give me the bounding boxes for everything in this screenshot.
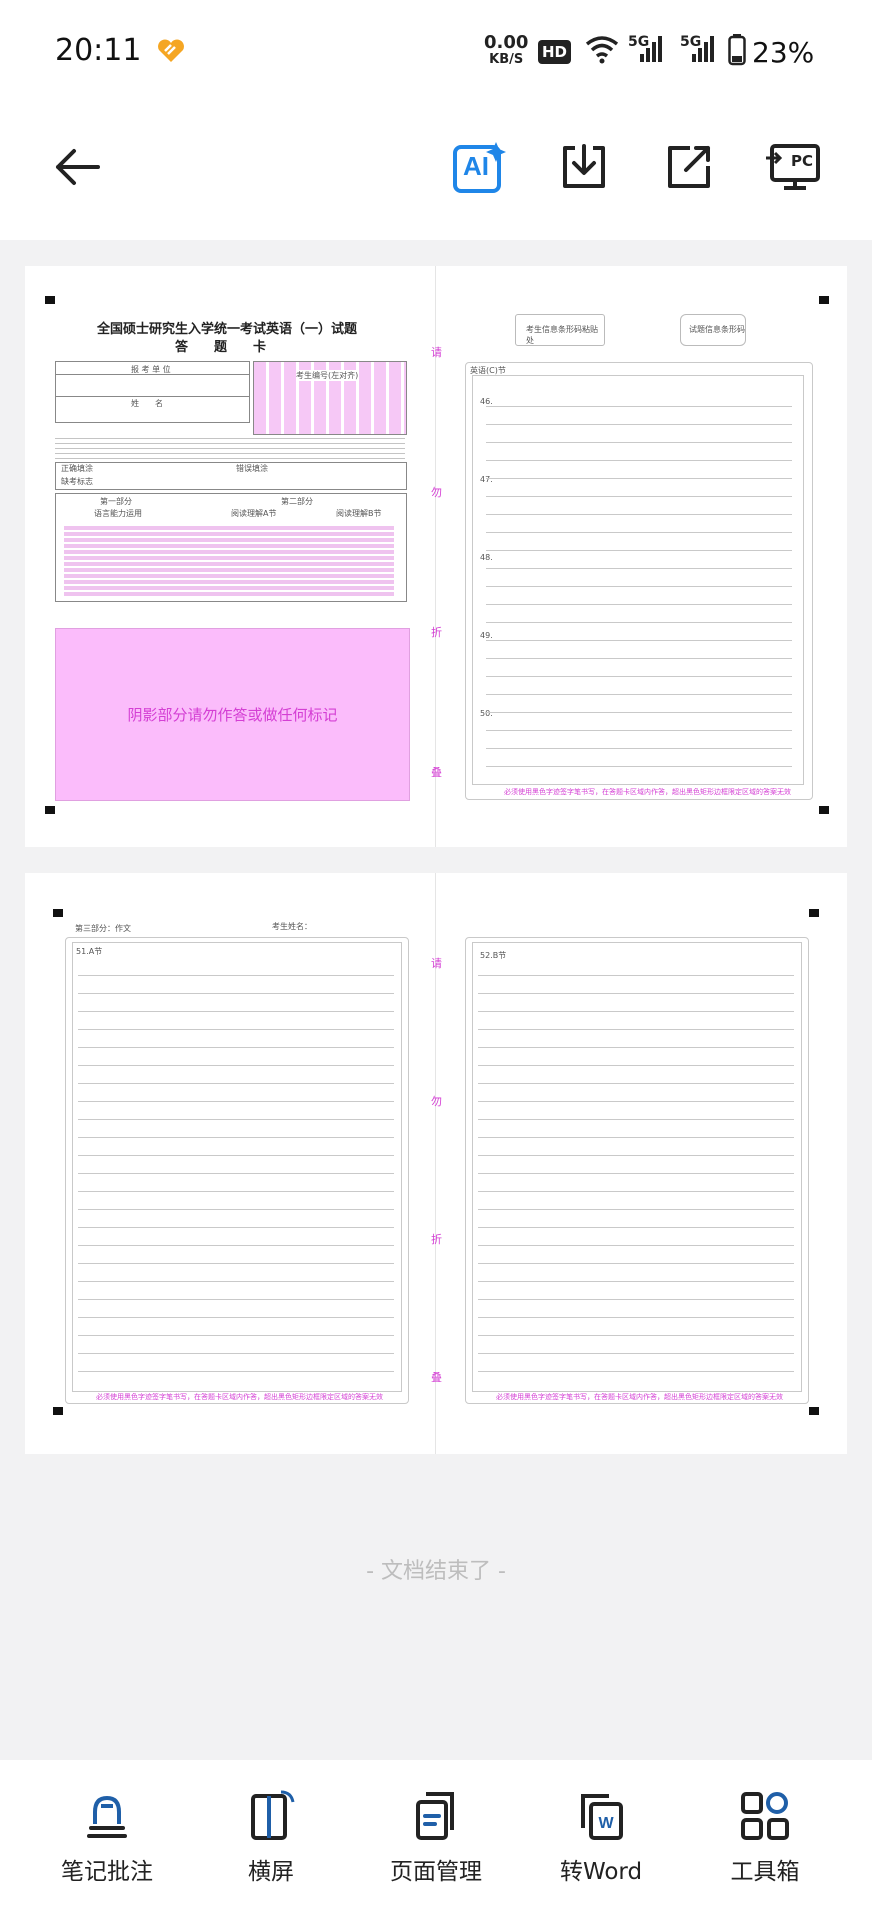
top-toolbar <box>0 105 872 240</box>
rotate-screen-icon <box>251 1790 295 1840</box>
essay-area-a: 51.A节 必须使用黑色字迹签字笔书写，在答题卡区域内作答，超出黑色矩形边框限定… <box>65 937 409 1404</box>
essay-area-b: 52.B节 必须使用黑色字迹签字笔书写，在答题卡区域内作答，超出黑色矩形边框限定… <box>465 937 809 1404</box>
pen-annotation-icon <box>87 1795 127 1838</box>
part1-sub-label: 语言能力运用 <box>94 509 142 518</box>
page-manage-button[interactable]: 页面管理 <box>361 1790 511 1886</box>
word-convert-icon: W <box>581 1794 623 1840</box>
part1-label: 第一部分 <box>100 497 132 506</box>
hd-badge: HD <box>538 40 572 64</box>
fold-mark: 勿 <box>431 486 442 499</box>
fold-mark: 请 <box>431 346 442 359</box>
back-arrow-icon <box>56 149 100 185</box>
fold-mark: 叠 <box>431 1371 442 1384</box>
fold-mark: 折 <box>431 1233 442 1246</box>
id-label: 考生编号(左对齐) <box>296 370 359 381</box>
shaded-area: 阴影部分请勿作答或做任何标记 <box>55 628 410 801</box>
signal-1: 5G <box>628 34 664 68</box>
wrong-label: 错误填涂 <box>236 464 268 473</box>
shaded-notice: 阴影部分请勿作答或做任何标记 <box>127 706 338 724</box>
back-button[interactable] <box>48 138 106 196</box>
fold-mark: 折 <box>431 626 442 639</box>
end-of-document: - 文档结束了 - <box>366 1559 506 1584</box>
wifi-icon <box>585 36 619 64</box>
app-notification-icon <box>158 39 184 62</box>
page-subtitle: 答 题 卡 <box>175 340 267 355</box>
part2b-label: 阅读理解B节 <box>336 509 382 518</box>
instructions-text <box>55 438 405 460</box>
fold-mark: 叠 <box>431 766 442 779</box>
part2a-label: 阅读理解A节 <box>231 509 277 518</box>
document-page-2: 第三部分：作文 考生姓名： 51.A节 必须使用黑色字迹签字笔书写，在答题卡区域… <box>25 873 847 1454</box>
status-time: 20:11 <box>55 33 142 68</box>
landscape-button[interactable]: 横屏 <box>196 1790 346 1886</box>
signal-2: 5G <box>680 34 716 68</box>
notes-button[interactable]: 笔记批注 <box>32 1790 182 1886</box>
ai-button[interactable]: AI <box>450 138 508 196</box>
essay-name-label: 考生姓名： <box>272 922 312 931</box>
essay-part-label: 第三部分：作文 <box>75 924 131 933</box>
fold-mark: 请 <box>431 957 442 970</box>
svg-text:W: W <box>598 1815 614 1832</box>
barcode-box-1: 考生信息条形码粘贴处 <box>515 314 605 346</box>
grid-toolbox-icon <box>741 1792 789 1840</box>
toolbox-button[interactable]: 工具箱 <box>690 1790 840 1886</box>
candidate-info-box: 报 考 单 位 姓 名 <box>55 361 250 423</box>
download-button[interactable] <box>555 138 613 196</box>
pages-icon <box>416 1792 454 1840</box>
page-title: 全国硕士研究生入学统一考试英语（一）试题 <box>97 322 358 337</box>
to-word-button[interactable]: W 转Word <box>526 1790 676 1886</box>
net-speed: 0.00 KB/S <box>484 32 529 68</box>
battery-icon <box>728 34 746 66</box>
name-label: 姓 名 <box>131 399 163 408</box>
document-page-1: 全国硕士研究生入学统一考试英语（一）试题 答 题 卡 报 考 单 位 姓 名 考… <box>25 266 847 847</box>
share-icon <box>668 146 710 188</box>
answer-grid-1: 第一部分 语言能力运用 第二部分 阅读理解A节 阅读理解B节 <box>55 493 407 602</box>
candidate-id-grid: 考生编号(左对齐) <box>253 361 407 435</box>
barcode-box-2: 试题信息条形码 <box>680 314 746 346</box>
correct-label: 正确填涂 <box>61 464 93 473</box>
battery-percent: 23% <box>752 36 815 69</box>
share-button[interactable] <box>660 138 718 196</box>
send-to-pc-button[interactable]: PC <box>765 138 823 196</box>
answer-area-c: 英语(C)节 46. 47. 48. 49. 50. 必须使用黑色字迹签字笔书写… <box>465 362 813 800</box>
fill-sample-box: 正确填涂 错误填涂 缺考标志 <box>55 462 407 490</box>
download-icon <box>563 144 605 188</box>
part2-label: 第二部分 <box>281 497 313 506</box>
absent-label: 缺考标志 <box>61 477 93 486</box>
fold-mark: 勿 <box>431 1095 442 1108</box>
